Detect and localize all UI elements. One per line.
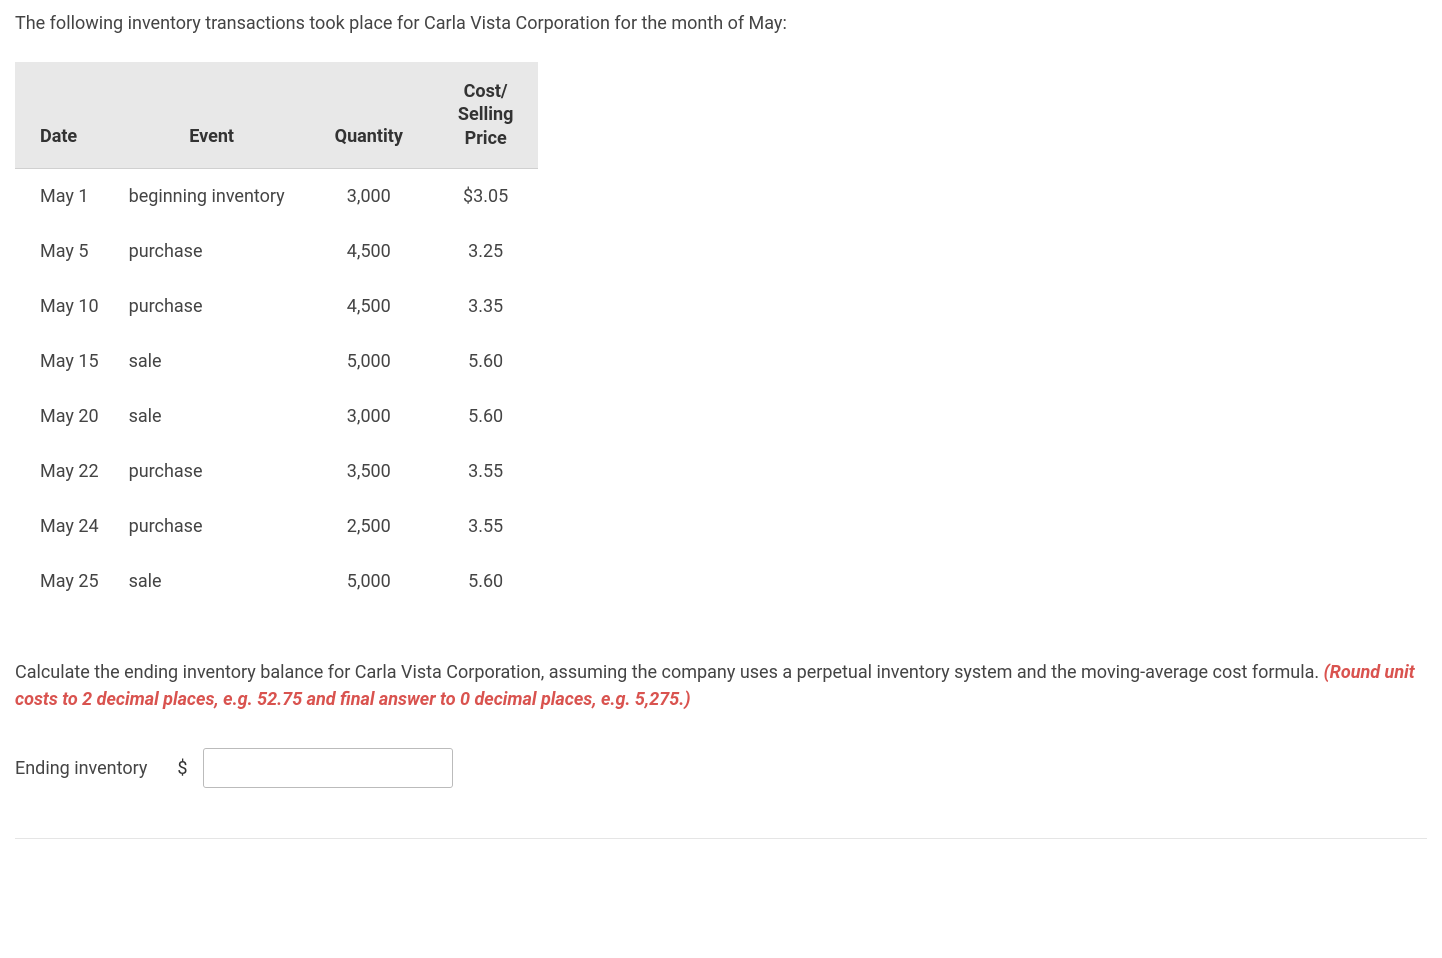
instruction-paragraph: Calculate the ending inventory balance f… [15,659,1427,713]
cell-date: May 25 [15,554,119,609]
cell-quantity: 3,000 [305,389,433,444]
header-price-line1: Cost/ [464,81,508,102]
instruction-main: Calculate the ending inventory balance f… [15,662,1324,683]
cell-date: May 1 [15,169,119,225]
cell-quantity: 2,500 [305,499,433,554]
cell-date: May 24 [15,499,119,554]
cell-date: May 20 [15,389,119,444]
header-price-line2: Selling [458,104,513,125]
question-intro: The following inventory transactions too… [15,10,1427,37]
cell-quantity: 4,500 [305,279,433,334]
cell-event: beginning inventory [119,169,305,225]
header-event: Event [119,62,305,169]
cell-date: May 22 [15,444,119,499]
table-row: May 22purchase3,5003.55 [15,444,538,499]
cell-price: 3.35 [433,279,538,334]
ending-inventory-input[interactable] [203,748,453,788]
cell-event: sale [119,389,305,444]
cell-price: 5.60 [433,334,538,389]
cell-price: $3.05 [433,169,538,225]
cell-quantity: 3,500 [305,444,433,499]
table-row: May 5purchase4,5003.25 [15,224,538,279]
cell-price: 3.25 [433,224,538,279]
answer-label: Ending inventory [15,755,147,782]
cell-price: 5.60 [433,554,538,609]
cell-event: sale [119,334,305,389]
cell-quantity: 5,000 [305,554,433,609]
table-header-row: Date Event Quantity Cost/ Selling Price [15,62,538,169]
table-row: May 20sale3,0005.60 [15,389,538,444]
header-price-line3: Price [465,128,507,149]
table-row: May 10purchase4,5003.35 [15,279,538,334]
header-date: Date [15,62,119,169]
currency-symbol: $ [177,755,187,782]
cell-price: 5.60 [433,389,538,444]
cell-quantity: 4,500 [305,224,433,279]
cell-event: purchase [119,224,305,279]
cell-quantity: 3,000 [305,169,433,225]
cell-event: purchase [119,499,305,554]
cell-price: 3.55 [433,499,538,554]
cell-quantity: 5,000 [305,334,433,389]
header-quantity: Quantity [305,62,433,169]
table-row: May 1beginning inventory3,000$3.05 [15,169,538,225]
table-row: May 15sale5,0005.60 [15,334,538,389]
table-row: May 24purchase2,5003.55 [15,499,538,554]
inventory-table: Date Event Quantity Cost/ Selling Price … [15,62,538,609]
cell-event: purchase [119,444,305,499]
cell-price: 3.55 [433,444,538,499]
cell-event: sale [119,554,305,609]
cell-event: purchase [119,279,305,334]
divider [15,838,1427,839]
cell-date: May 10 [15,279,119,334]
header-price: Cost/ Selling Price [433,62,538,169]
table-row: May 25sale5,0005.60 [15,554,538,609]
cell-date: May 5 [15,224,119,279]
answer-row: Ending inventory $ [15,748,1427,788]
table-body: May 1beginning inventory3,000$3.05May 5p… [15,169,538,610]
cell-date: May 15 [15,334,119,389]
